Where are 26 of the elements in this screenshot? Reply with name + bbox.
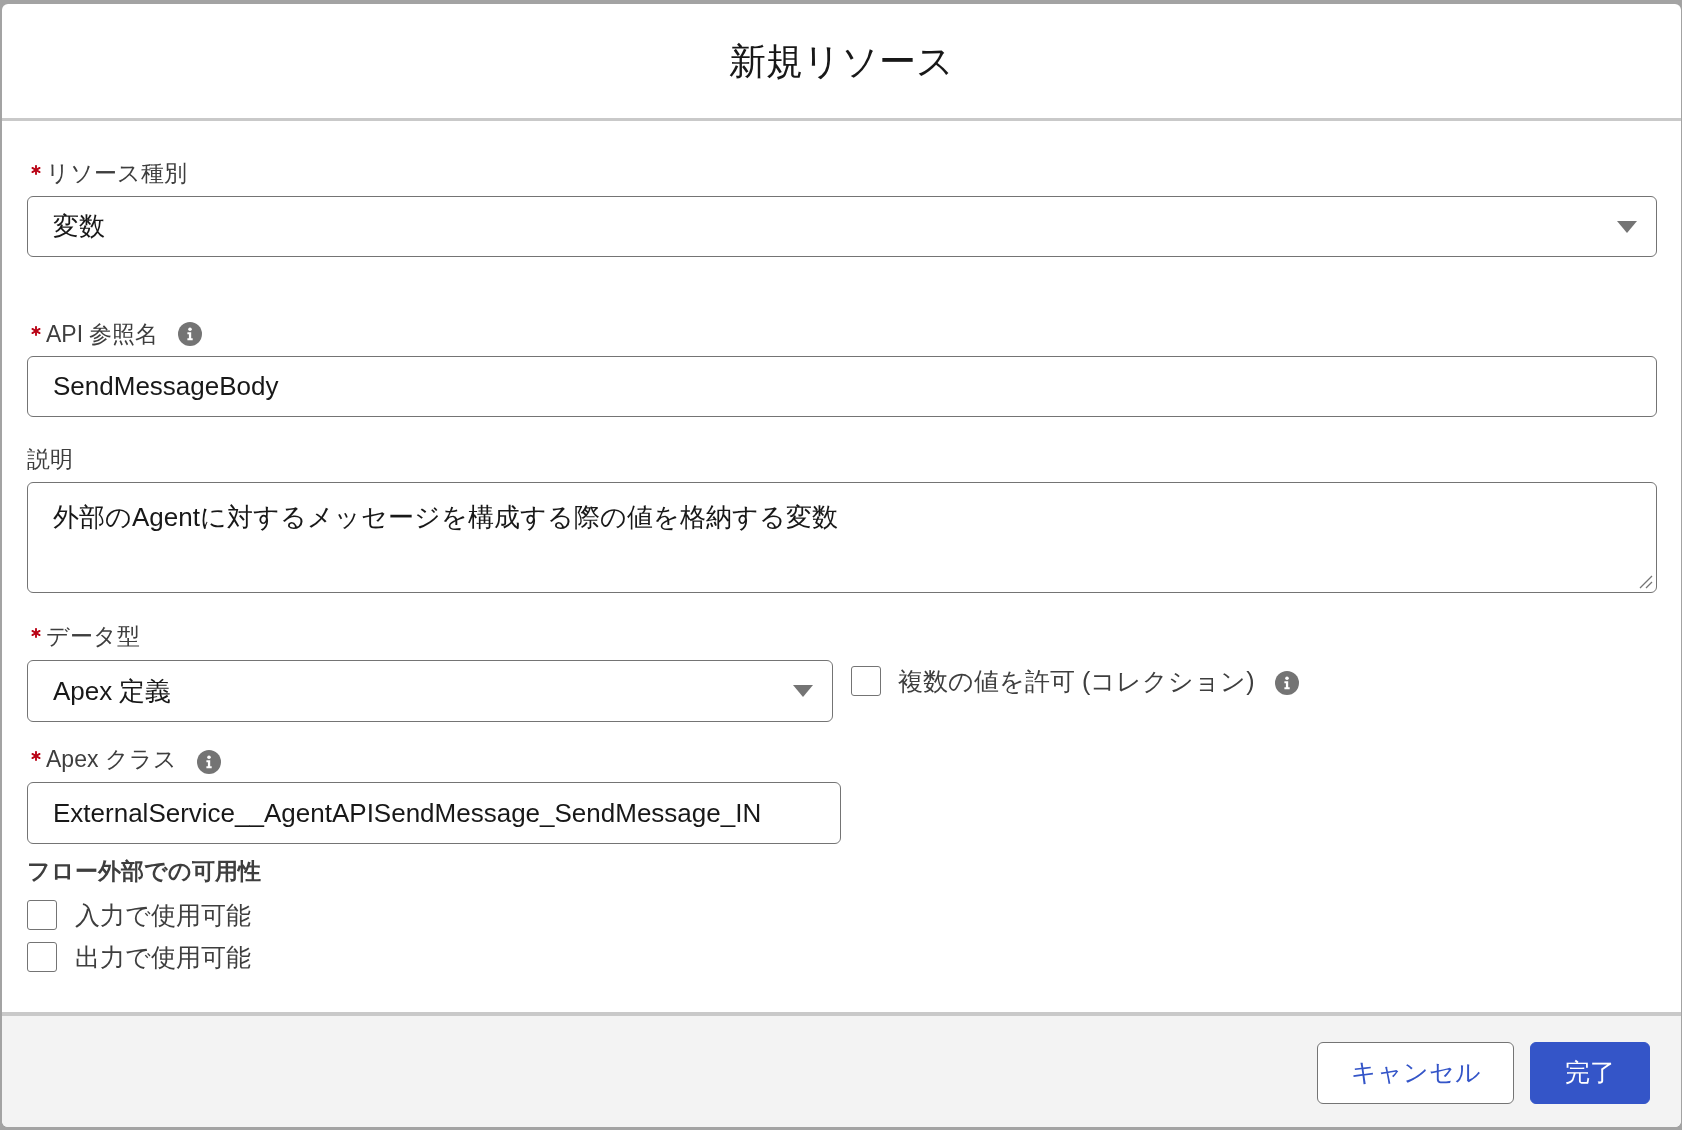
dialog-title: 新規リソース [729,40,954,84]
checkbox-label: 入力で使用可能 [75,900,251,930]
field-label: 説明 [27,445,73,473]
info-icon[interactable] [196,750,221,774]
caret-icon [1617,220,1637,233]
checkbox-label: 複数の値を許可 (コレクション) [898,666,1255,696]
checkbox[interactable] [27,900,57,930]
field-label: データ型 [46,622,140,650]
field-label: API 参照名 [46,320,159,348]
info-icon[interactable] [178,322,203,346]
info-icon[interactable] [1274,671,1299,695]
resize-grip-icon[interactable] [1639,575,1653,589]
cancel-button[interactable]: キャンセル [1317,1042,1514,1104]
checkbox[interactable] [27,942,57,972]
caret-icon [793,685,813,697]
resource-type-select[interactable]: 変数 [27,196,1657,257]
checkbox-label: 出力で使用可能 [75,942,251,972]
done-button[interactable]: 完了 [1530,1042,1650,1104]
section-heading: フロー外部での可用性 [27,857,261,885]
api-name-input[interactable]: SendMessageBody [27,356,1657,417]
field-label: Apex クラス [46,745,177,773]
data-type-select[interactable]: Apex 定義 [27,660,833,722]
checkbox[interactable] [851,666,881,696]
description-textarea[interactable]: 外部のAgentに対するメッセージを構成する際の値を格納する変数 [27,482,1657,593]
apex-class-input[interactable]: ExternalService__AgentAPISendMessage_SendMessage_IN [27,782,841,844]
field-label: リソース種別 [46,159,187,187]
